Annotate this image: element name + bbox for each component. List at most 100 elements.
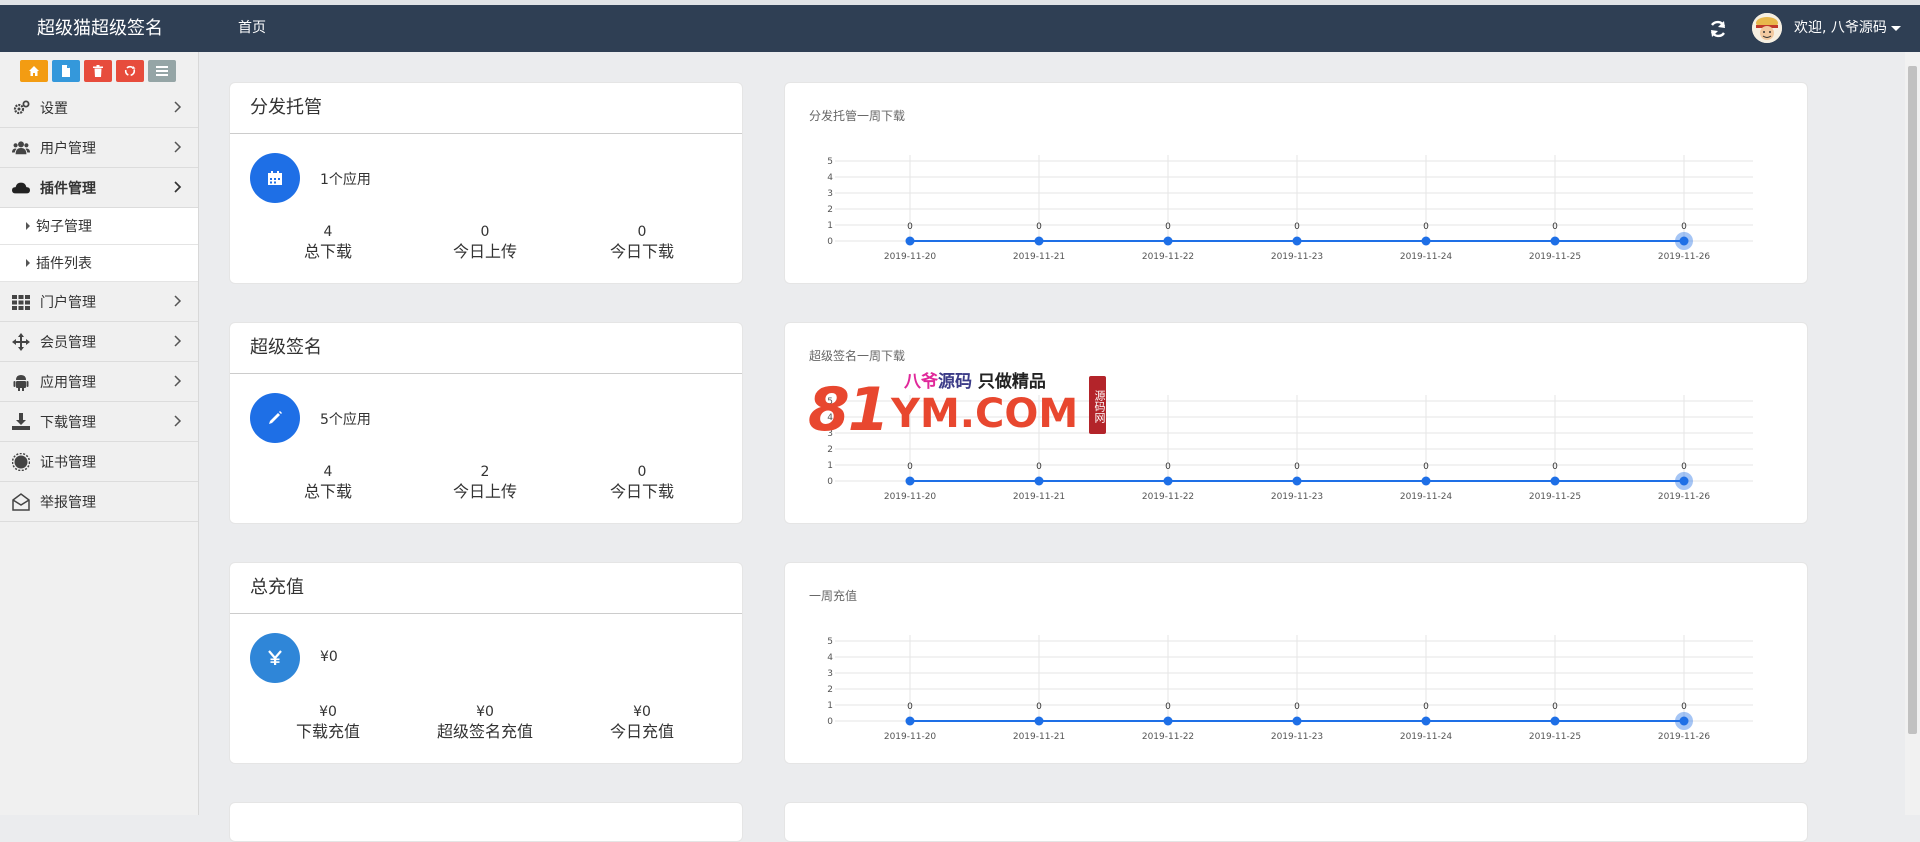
data-label: 0 — [1294, 222, 1300, 232]
x-tick-label: 2019-11-26 — [1658, 492, 1711, 502]
stat-card-partial — [229, 802, 743, 842]
x-tick-label: 2019-11-25 — [1529, 732, 1581, 742]
sidebar-item-reports[interactable]: 举报管理 — [0, 482, 198, 522]
stat-today-downloads: 0 今日下载 — [562, 463, 722, 503]
y-tick-label: 4 — [827, 653, 833, 663]
y-tick-label: 2 — [827, 205, 833, 215]
chevron-right-icon — [174, 295, 182, 307]
move-icon — [12, 333, 30, 351]
x-tick-label: 2019-11-21 — [1013, 492, 1065, 502]
data-label: 0 — [907, 702, 913, 712]
sidebar-item-settings[interactable]: 设置 — [0, 88, 198, 128]
x-tick-label: 2019-11-21 — [1013, 732, 1065, 742]
stat-value: 0 — [637, 464, 647, 480]
stat-label: 超级签名充值 — [436, 722, 533, 741]
nav-home-link[interactable]: 首页 — [238, 5, 266, 52]
x-tick-label: 2019-11-23 — [1271, 252, 1323, 262]
chevron-right-icon — [174, 101, 182, 113]
refresh-icon[interactable] — [1707, 18, 1729, 40]
recycle-icon — [124, 65, 136, 77]
y-tick-label: 0 — [827, 237, 833, 247]
stat-app-count: 5个应用 — [320, 412, 371, 428]
sidebar-item-apps[interactable]: 应用管理 — [0, 362, 198, 402]
chart-card-recharge: 一周充值 0 1 2 3 4 5 2019-11-20 2019-11-21 2019-11-2… — [784, 562, 1808, 764]
shortcut-file-button[interactable] — [52, 60, 80, 82]
chart-card-partial — [784, 802, 1808, 842]
data-label: 0 — [1681, 702, 1687, 712]
welcome-text: 欢迎, 八爷源码 — [1794, 20, 1887, 36]
sidebar-subitem-hooks[interactable]: 钩子管理 — [0, 208, 198, 245]
data-point — [1421, 236, 1431, 246]
shortcut-recycle-button[interactable] — [116, 60, 144, 82]
x-tick-label: 2019-11-24 — [1400, 252, 1453, 262]
data-label: 0 — [1036, 462, 1042, 472]
data-point — [1679, 476, 1689, 486]
data-label: 0 — [1165, 462, 1171, 472]
data-point — [905, 476, 915, 486]
caret-right-icon — [26, 222, 30, 230]
sidebar-item-label: 应用管理 — [40, 374, 96, 391]
sidebar-subitem-plugin-list[interactable]: 插件列表 — [0, 245, 198, 282]
y-tick-label: 0 — [827, 477, 833, 487]
stat-icon-circle — [250, 153, 300, 203]
stat-super-sign-recharge: ¥0 超级签名充值 — [405, 703, 565, 743]
stat-icon-circle — [250, 633, 300, 683]
data-label: 0 — [1294, 702, 1300, 712]
sidebar-item-label: 下载管理 — [40, 414, 96, 431]
stat-value: 4 — [323, 464, 333, 480]
avatar-image — [1752, 13, 1782, 43]
watermark-number: 81 — [808, 375, 889, 445]
envelope-icon — [12, 493, 30, 511]
stat-total-downloads: 4 总下载 — [248, 463, 408, 503]
sidebar-item-portal[interactable]: 门户管理 — [0, 282, 198, 322]
data-label: 0 — [1036, 702, 1042, 712]
data-point — [1679, 236, 1689, 246]
sidebar-subitem-label: 插件列表 — [36, 256, 92, 272]
brand-title[interactable]: 超级猫超级签名 — [37, 5, 163, 52]
avatar[interactable] — [1752, 13, 1782, 43]
data-point — [905, 716, 915, 726]
stat-value: 0 — [637, 224, 647, 240]
data-label: 0 — [1552, 462, 1558, 472]
sidebar-item-users[interactable]: 用户管理 — [0, 128, 198, 168]
sidebar-item-certificates[interactable]: 证书管理 — [0, 442, 198, 482]
watermark-tag-part: 八爷 — [904, 372, 938, 392]
data-label: 0 — [1552, 222, 1558, 232]
scrollbar-thumb[interactable] — [1908, 66, 1917, 734]
stat-app-count: 1个应用 — [320, 172, 371, 188]
stat-total-downloads: 4 总下载 — [248, 223, 408, 263]
file-icon — [62, 65, 70, 77]
trash-icon — [93, 65, 103, 77]
data-point — [905, 236, 915, 246]
shortcut-home-button[interactable] — [20, 60, 48, 82]
stat-label: 今日下载 — [609, 482, 674, 501]
x-tick-label: 2019-11-20 — [884, 492, 937, 502]
user-menu[interactable]: 欢迎, 八爷源码 — [1794, 5, 1901, 52]
sidebar-item-label: 举报管理 — [40, 494, 96, 511]
stat-label: 今日充值 — [609, 722, 674, 741]
x-tick-label: 2019-11-22 — [1142, 732, 1194, 742]
sidebar-item-members[interactable]: 会员管理 — [0, 322, 198, 362]
watermark-tag-part: 只做精品 — [972, 372, 1046, 392]
watermark-tag-part: 源码 — [938, 372, 972, 392]
x-tick-label: 2019-11-25 — [1529, 252, 1581, 262]
data-point — [1550, 476, 1560, 486]
x-tick-label: 2019-11-22 — [1142, 492, 1194, 502]
x-tick-label: 2019-11-24 — [1400, 732, 1453, 742]
stat-card-recharge: 总充值 ¥0 ¥0 下载充值 ¥0 超级签名充值 ¥0 今日充值 — [229, 562, 743, 764]
y-tick-label: 2 — [827, 445, 833, 455]
stat-card-super-sign: 超级签名 5个应用 4 总下载 2 今日上传 0 今日下载 — [229, 322, 743, 524]
android-icon — [13, 375, 29, 391]
data-point — [1679, 716, 1689, 726]
watermark-domain: YM.COM — [891, 391, 1079, 437]
data-label: 0 — [1294, 462, 1300, 472]
sidebar-item-downloads[interactable]: 下载管理 — [0, 402, 198, 442]
sidebar-item-plugins[interactable]: 插件管理 — [0, 168, 198, 208]
shortcut-trash-button[interactable] — [84, 60, 112, 82]
data-point — [1034, 236, 1044, 246]
sidebar-item-label: 设置 — [40, 100, 68, 117]
page-scrollbar[interactable] — [1905, 52, 1920, 815]
data-label: 0 — [1423, 222, 1429, 232]
shortcut-list-button[interactable] — [148, 60, 176, 82]
y-tick-label: 3 — [827, 189, 833, 199]
